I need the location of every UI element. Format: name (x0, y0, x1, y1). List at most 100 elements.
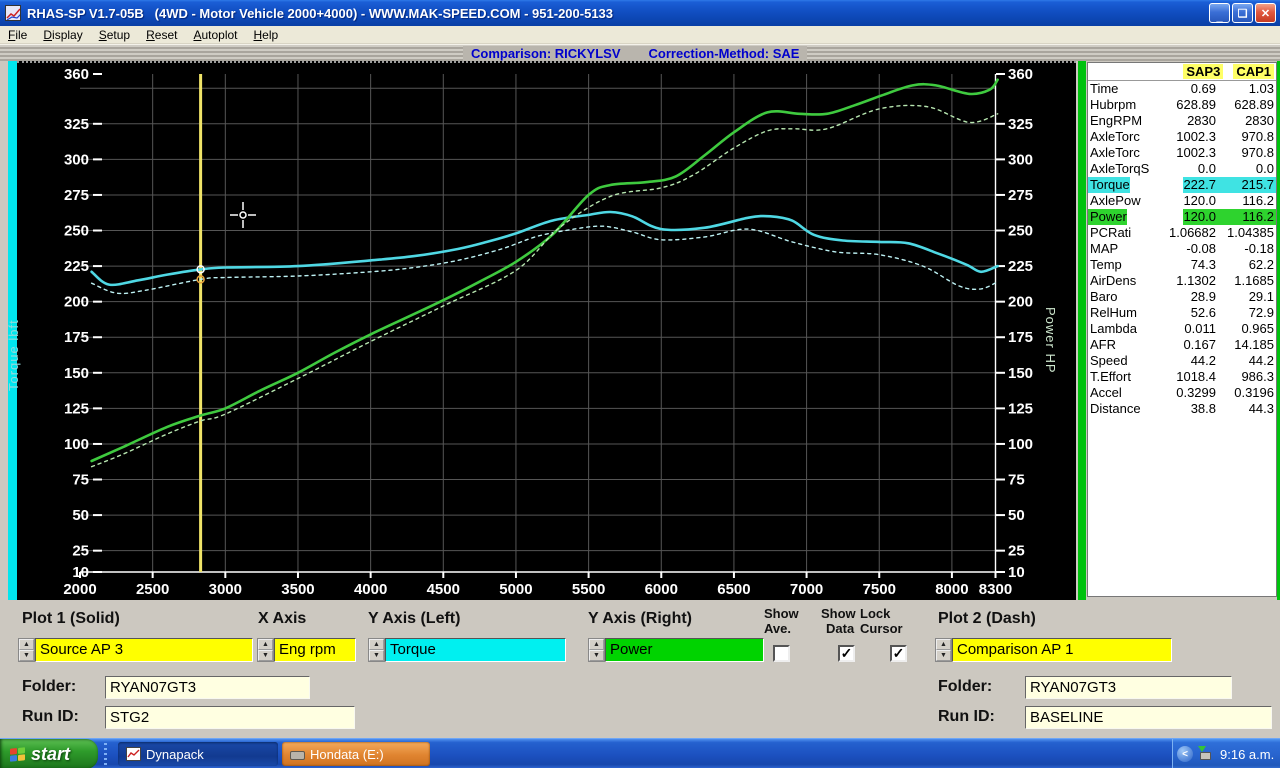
row-label: Accel (1088, 385, 1122, 401)
row-value-sap3: 0.167 (1183, 337, 1216, 353)
row-label: Time (1088, 81, 1118, 97)
lock-cursor-checkbox[interactable]: ✓ (890, 645, 907, 662)
start-label: start (31, 744, 70, 765)
menu-item-setup[interactable]: Setup (91, 27, 138, 43)
row-label: AxleTorc (1088, 129, 1140, 145)
row-label: Torque (1088, 177, 1130, 193)
row-value-cap1: 0.0 (1216, 161, 1276, 177)
plot1-spinner[interactable]: ▲▼ (18, 638, 35, 662)
yright-label: Y Axis (Right) (588, 610, 692, 628)
show-data-checkbox[interactable]: ✓ (838, 645, 855, 662)
minimize-button[interactable]: _ (1209, 3, 1230, 23)
runid-input-right[interactable] (1025, 706, 1272, 729)
close-button[interactable]: ✕ (1255, 3, 1276, 23)
menu-item-reset[interactable]: Reset (138, 27, 185, 43)
row-value-cap1: 44.2 (1216, 353, 1276, 369)
runid-label-right: Run ID: (938, 708, 995, 726)
xaxis-select[interactable]: Eng rpm (274, 638, 356, 662)
row-label: Temp (1088, 257, 1122, 273)
svg-text:360: 360 (1008, 66, 1033, 83)
yleft-spinner[interactable]: ▲▼ (368, 638, 385, 662)
folder-input-left[interactable] (105, 676, 310, 699)
row-label: Speed (1088, 353, 1128, 369)
row-label: Lambda (1088, 321, 1137, 337)
row-label: AirDens (1088, 273, 1136, 289)
series-power-solid-ap3 (92, 80, 998, 461)
table-row: Power120.0116.2 (1088, 209, 1276, 225)
row-value-cap1: 14.185 (1216, 337, 1276, 353)
svg-text:6500: 6500 (717, 581, 750, 598)
table-row: AirDens1.13021.1685 (1088, 273, 1276, 289)
start-button[interactable]: start (0, 739, 98, 768)
svg-text:6000: 6000 (645, 581, 678, 598)
drive-icon (290, 751, 305, 760)
application-window: RHAS-SP V1.7-05B (4WD - Motor Vehicle 20… (0, 0, 1280, 768)
show-ave-label-2: Ave. (764, 621, 791, 636)
spin-down-icon: ▼ (936, 650, 951, 661)
row-label: Hubrpm (1088, 97, 1136, 113)
plot1-select[interactable]: Source AP 3 (35, 638, 253, 662)
yright-select[interactable]: Power (605, 638, 764, 662)
table-row: Hubrpm628.89628.89 (1088, 97, 1276, 113)
table-row: Time0.691.03 (1088, 81, 1276, 97)
show-ave-label-1: Show (764, 606, 799, 621)
spin-down-icon: ▼ (19, 650, 34, 661)
xaxis-spinner[interactable]: ▲▼ (257, 638, 274, 662)
svg-text:3000: 3000 (209, 581, 242, 598)
table-row: MAP-0.08-0.18 (1088, 241, 1276, 257)
live-data-panel: SAP3 CAP1 Time0.691.03Hubrpm628.89628.89… (1087, 62, 1277, 597)
comparison-label: Comparison: RICKYLSV (471, 46, 621, 61)
right-axis-color-stripe (1078, 61, 1086, 600)
column-header-cap1: CAP1 (1233, 64, 1274, 79)
spin-up-icon: ▲ (258, 639, 273, 650)
show-ave-checkbox[interactable] (773, 645, 790, 662)
row-value-sap3: 628.89 (1176, 97, 1216, 113)
row-value-sap3: 0.69 (1191, 81, 1216, 97)
svg-text:5000: 5000 (499, 581, 532, 598)
yleft-select[interactable]: Torque (385, 638, 566, 662)
row-value-cap1: 62.2 (1216, 257, 1276, 273)
hidden-icons-chevron[interactable]: < (1177, 746, 1193, 762)
row-value-cap1: 970.8 (1216, 145, 1276, 161)
row-value-cap1: 44.3 (1216, 401, 1276, 417)
svg-text:8000: 8000 (935, 581, 968, 598)
row-label: EngRPM (1088, 113, 1142, 129)
row-label: AxleTorqS (1088, 161, 1149, 177)
table-row: Accel0.32990.3196 (1088, 385, 1276, 401)
row-value-cap1: 72.9 (1216, 305, 1276, 321)
dynapack-icon (126, 747, 141, 761)
row-label: PCRati (1088, 225, 1131, 241)
menu-item-file[interactable]: File (0, 27, 35, 43)
task-button-hondata[interactable]: Hondata (E:) (282, 742, 430, 766)
folder-input-right[interactable] (1025, 676, 1232, 699)
svg-text:325: 325 (64, 116, 89, 133)
svg-text:50: 50 (1008, 507, 1025, 524)
safely-remove-hardware-icon[interactable] (1198, 748, 1212, 760)
menu-item-display[interactable]: Display (35, 27, 90, 43)
plot2-spinner[interactable]: ▲▼ (935, 638, 952, 662)
system-tray: < 9:16 a.m. (1172, 739, 1280, 768)
row-value-cap1: 2830 (1216, 113, 1276, 129)
svg-text:150: 150 (64, 365, 89, 382)
control-panel: Plot 1 (Solid) X Axis Y Axis (Left) Y Ax… (0, 600, 1280, 738)
menu-item-autoplot[interactable]: Autoplot (185, 27, 245, 43)
runid-input-left[interactable] (105, 706, 355, 729)
svg-text:300: 300 (64, 151, 89, 168)
table-row: AxleTorqS0.00.0 (1088, 161, 1276, 177)
task-button-dynapack[interactable]: Dynapack (118, 742, 278, 766)
svg-text:275: 275 (64, 187, 89, 204)
dyno-chart[interactable]: 1010252550507575100100125125150150175175… (17, 61, 1076, 600)
menu-item-help[interactable]: Help (246, 27, 287, 43)
title-bar[interactable]: RHAS-SP V1.7-05B (4WD - Motor Vehicle 20… (0, 0, 1280, 26)
svg-text:25: 25 (1008, 543, 1025, 560)
row-value-sap3: 1.06682 (1169, 225, 1216, 241)
series-torque-solid-ap3 (92, 212, 998, 285)
svg-text:100: 100 (64, 436, 89, 453)
maximize-button[interactable]: ❏ (1232, 3, 1253, 23)
row-value-sap3: 0.3299 (1176, 385, 1216, 401)
yleft-label: Y Axis (Left) (368, 610, 460, 628)
table-row: Temp74.362.2 (1088, 257, 1276, 273)
windows-flag-icon (10, 747, 25, 762)
yright-spinner[interactable]: ▲▼ (588, 638, 605, 662)
plot2-select[interactable]: Comparison AP 1 (952, 638, 1172, 662)
